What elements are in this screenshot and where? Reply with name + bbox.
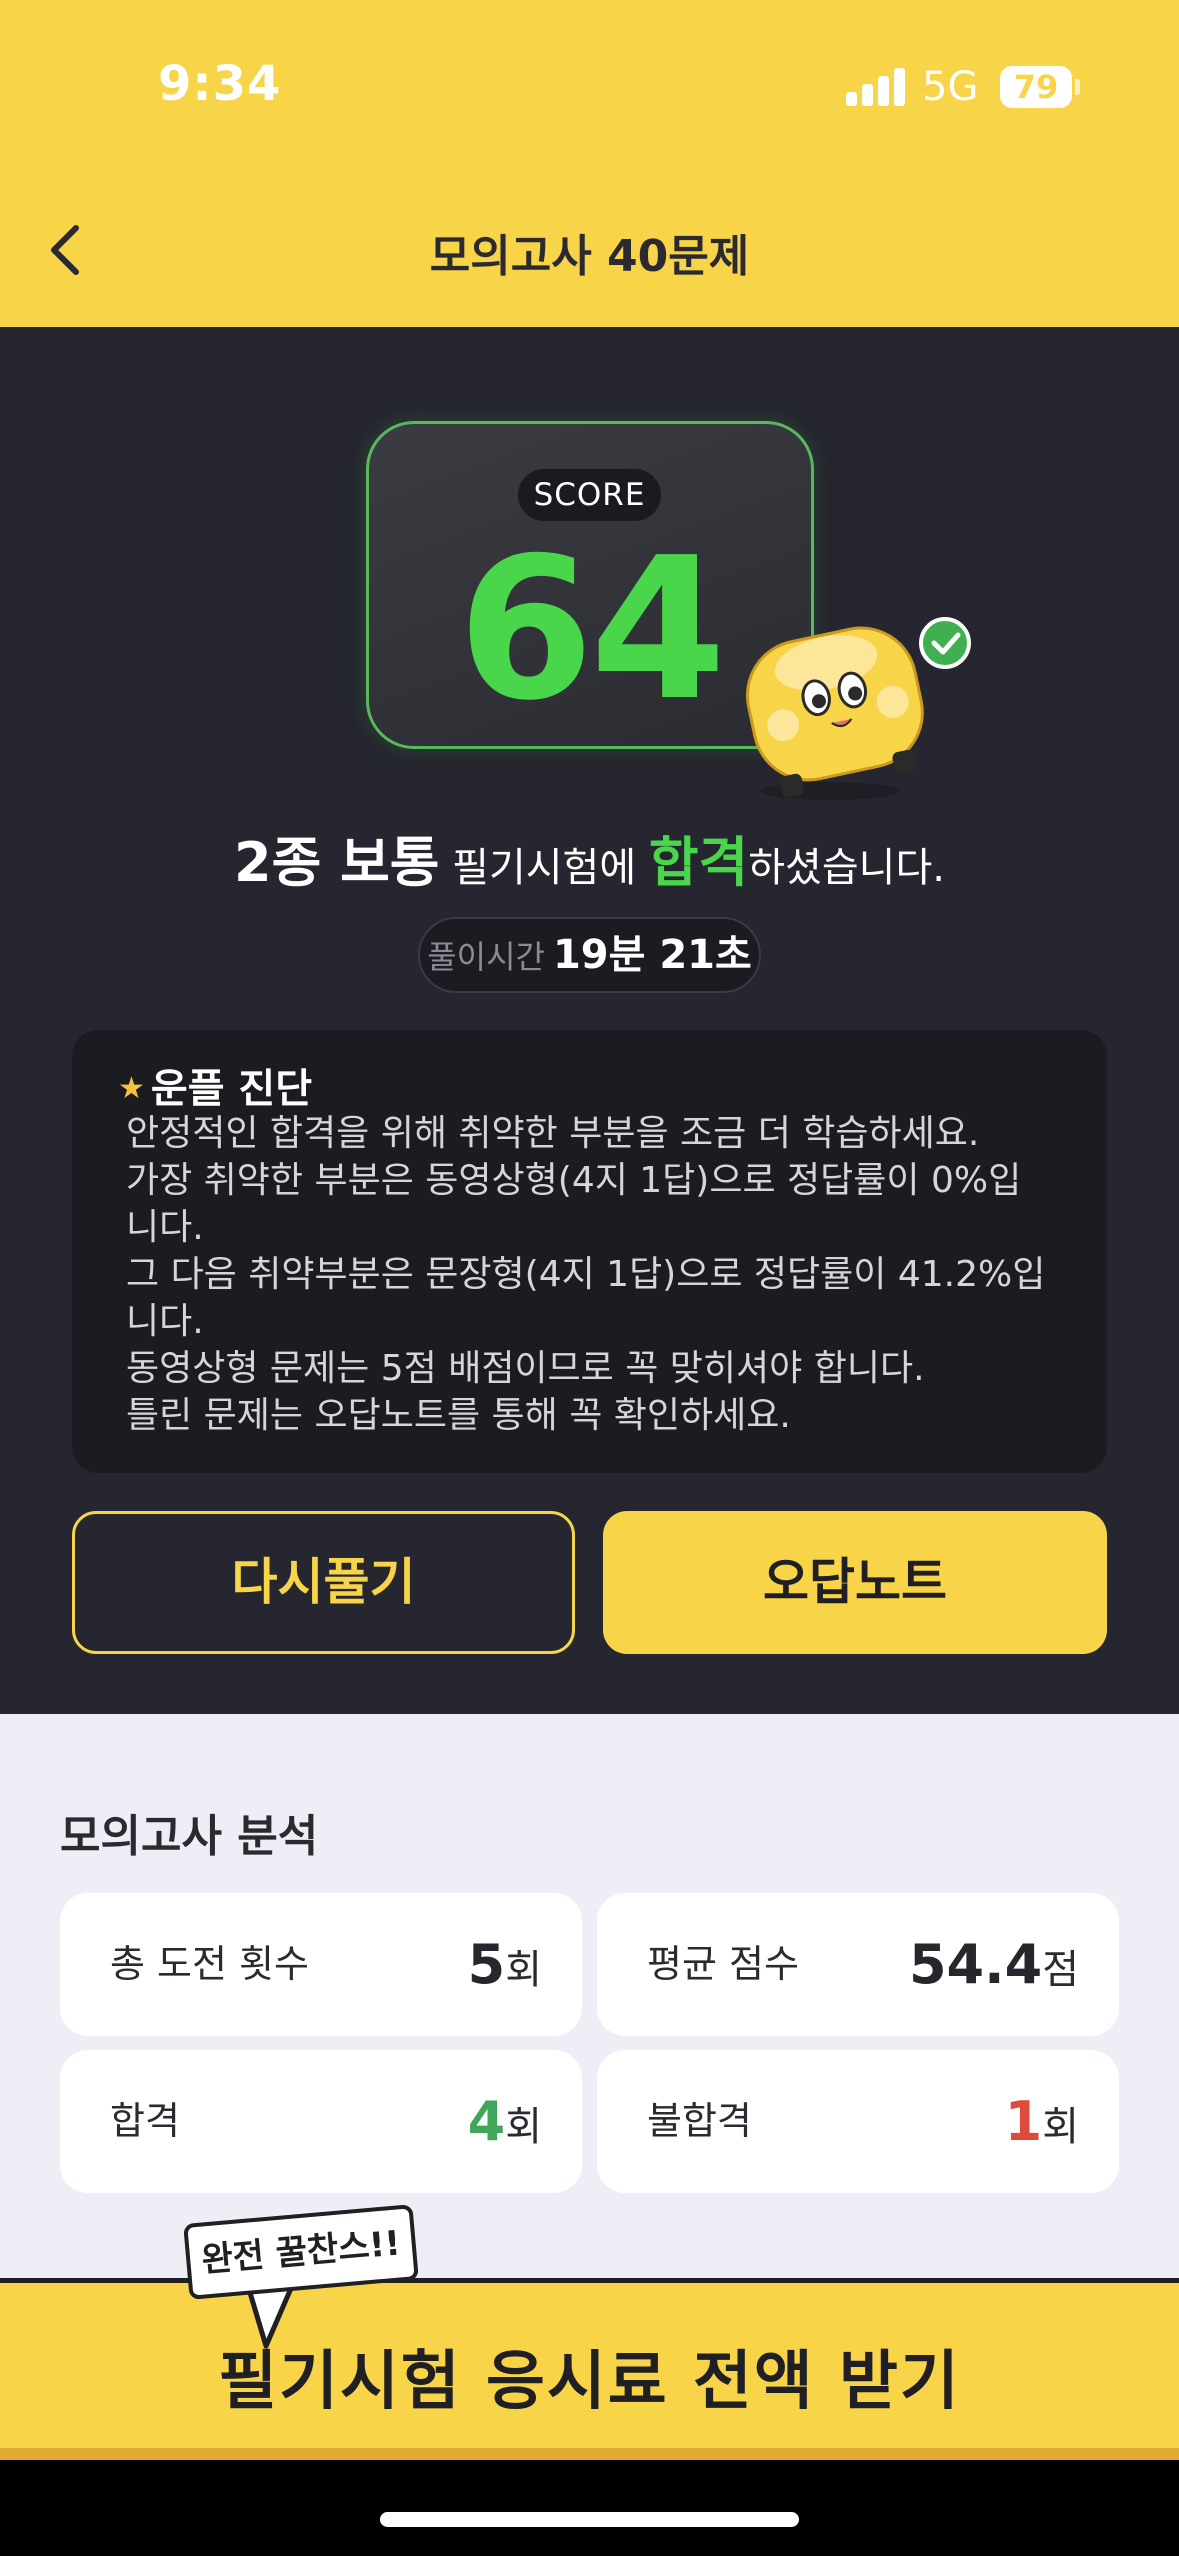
solve-time-label: 풀이시간	[427, 938, 545, 976]
analysis-title: 모의고사 분석	[60, 1811, 319, 1862]
stat-value: 5회	[468, 1893, 542, 2042]
car-mascot-icon	[745, 617, 971, 800]
score-label: SCORE	[518, 469, 661, 521]
stat-unit: 점	[1042, 1947, 1079, 1993]
retry-button[interactable]: 다시풀기	[72, 1511, 575, 1654]
cellular-signal-icon	[846, 66, 906, 106]
solve-time-value: 19분 21초	[552, 932, 752, 978]
home-indicator-area	[0, 2460, 1179, 2556]
promo-bottom-edge	[0, 2448, 1179, 2460]
stat-label: 합격	[110, 2099, 180, 2143]
stat-unit: 회	[505, 1947, 542, 1993]
stat-number: 5	[467, 1933, 506, 1996]
result-suffix-text: 하셨습니다.	[748, 845, 945, 891]
stat-unit: 회	[505, 2104, 542, 2150]
stat-fail-count: 불합격 1회	[597, 2050, 1119, 2193]
stat-unit: 회	[1042, 2104, 1079, 2150]
page-title: 모의고사 40문제	[429, 231, 750, 282]
result-mid-text: 필기시험에	[439, 845, 649, 891]
result-message: 2종 보통 필기시험에 합격하셨습니다.	[0, 818, 1179, 897]
diagnosis-line: 동영상형 문제는 5점 배점이므로 꼭 맞히셔야 합니다.	[126, 1348, 925, 1389]
diagnosis-title: ★ 운플 진단	[118, 1056, 312, 1114]
stat-value: 4회	[468, 2050, 542, 2199]
solve-time-badge: 풀이시간 19분 21초	[418, 917, 761, 993]
promo-text[interactable]: 필기시험 응시료 전액 받기	[0, 2330, 1179, 2422]
diagnosis-line: 그 다음 취약부분은 문장형(4지 1답)으로 정답률이 41.2%입니다.	[126, 1254, 1046, 1342]
diagnosis-body: 안정적인 합격을 위해 취약한 부분을 조금 더 학습하세요. 가장 취약한 부…	[126, 1110, 1046, 1439]
stat-total-attempts: 총 도전 횟수 5회	[60, 1893, 582, 2036]
stat-pass-count: 합격 4회	[60, 2050, 582, 2193]
stat-number: 4	[467, 2090, 506, 2153]
stat-number: 54.4	[908, 1933, 1043, 1996]
home-indicator[interactable]	[380, 2512, 799, 2527]
battery-icon: 79	[1000, 66, 1072, 108]
star-icon: ★	[118, 1071, 145, 1106]
stat-label: 총 도전 횟수	[110, 1942, 309, 1986]
stat-number: 1	[1004, 2090, 1043, 2153]
stat-value: 1회	[1005, 2050, 1079, 2199]
stat-average-score: 평균 점수 54.4점	[597, 1893, 1119, 2036]
network-type: 5G	[922, 64, 979, 110]
stat-label: 평균 점수	[647, 1942, 799, 1986]
wrong-answer-notes-button[interactable]: 오답노트	[603, 1511, 1107, 1654]
stat-label: 불합격	[647, 2099, 752, 2143]
pass-status: 합격	[648, 831, 749, 894]
status-time: 9:34	[158, 56, 282, 112]
battery-nub	[1075, 79, 1080, 95]
stat-value: 54.4점	[909, 1893, 1079, 2042]
license-type: 2종 보통	[234, 831, 440, 894]
diagnosis-title-text: 운플 진단	[150, 1066, 313, 1112]
diagnosis-line: 안정적인 합격을 위해 취약한 부분을 조금 더 학습하세요.	[126, 1113, 980, 1154]
diagnosis-line: 틀린 문제는 오답노트를 통해 꼭 확인하세요.	[126, 1395, 791, 1436]
diagnosis-line: 가장 취약한 부분은 동영상형(4지 1답)으로 정답률이 0%입니다.	[126, 1160, 1022, 1248]
